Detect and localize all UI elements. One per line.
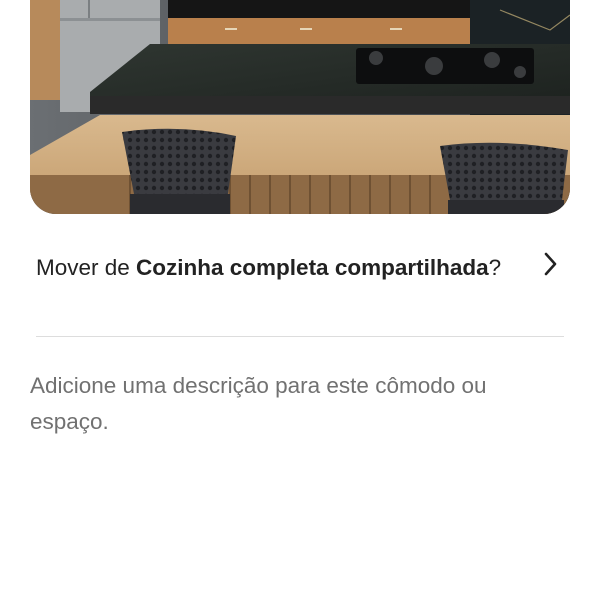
move-room-prompt: Mover de Cozinha completa compartilhada?	[36, 252, 506, 283]
room-name: Cozinha completa compartilhada	[136, 255, 489, 280]
move-prefix: Mover de	[36, 255, 137, 280]
chevron-right-icon[interactable]	[538, 250, 562, 278]
room-photo	[30, 0, 570, 214]
kitchen-image	[30, 0, 570, 214]
move-suffix: ?	[488, 255, 502, 280]
move-room-row[interactable]: Mover de Cozinha completa compartilhada?	[36, 248, 564, 320]
description-input[interactable]: Adicione uma descrição para este cômodo …	[30, 368, 570, 440]
divider	[36, 336, 564, 337]
